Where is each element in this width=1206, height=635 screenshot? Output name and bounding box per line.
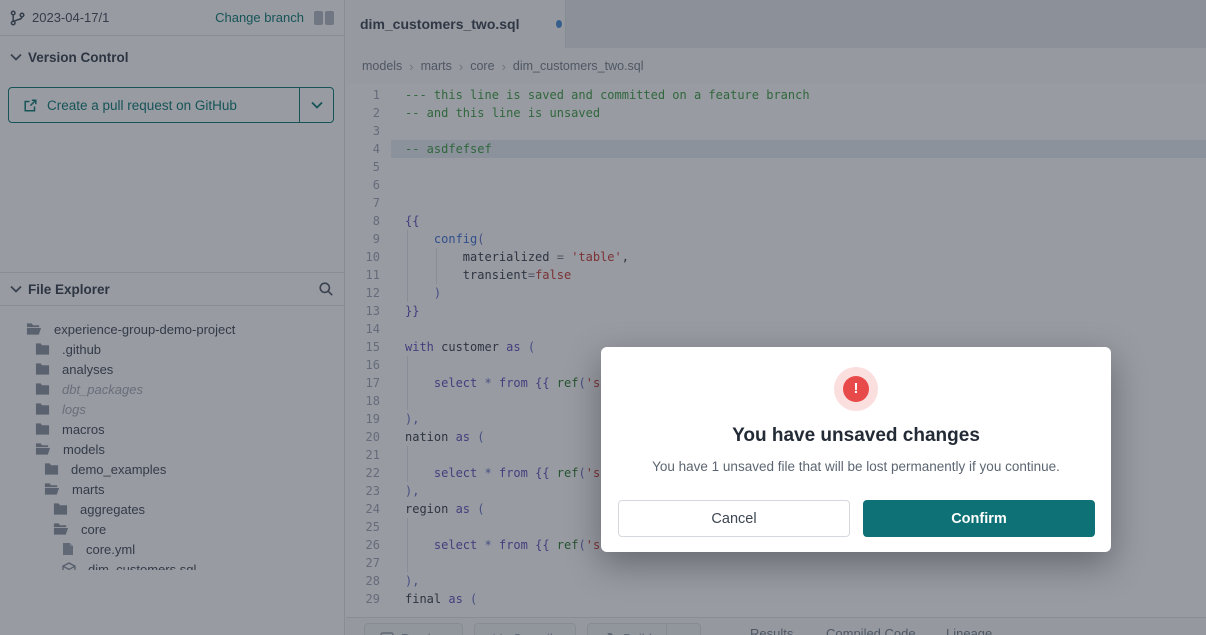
dbt-cloud-ide: 2023-04-17/1 Change branch Version Contr… (0, 0, 1206, 635)
modal-message: You have 1 unsaved file that will be los… (601, 459, 1111, 474)
warning-icon: ! (834, 367, 878, 411)
cancel-button[interactable]: Cancel (618, 500, 850, 537)
modal-title: You have unsaved changes (601, 425, 1111, 447)
unsaved-changes-modal: ! You have unsaved changes You have 1 un… (601, 347, 1111, 552)
modal-actions: Cancel Confirm (618, 500, 1095, 537)
confirm-button[interactable]: Confirm (863, 500, 1095, 537)
